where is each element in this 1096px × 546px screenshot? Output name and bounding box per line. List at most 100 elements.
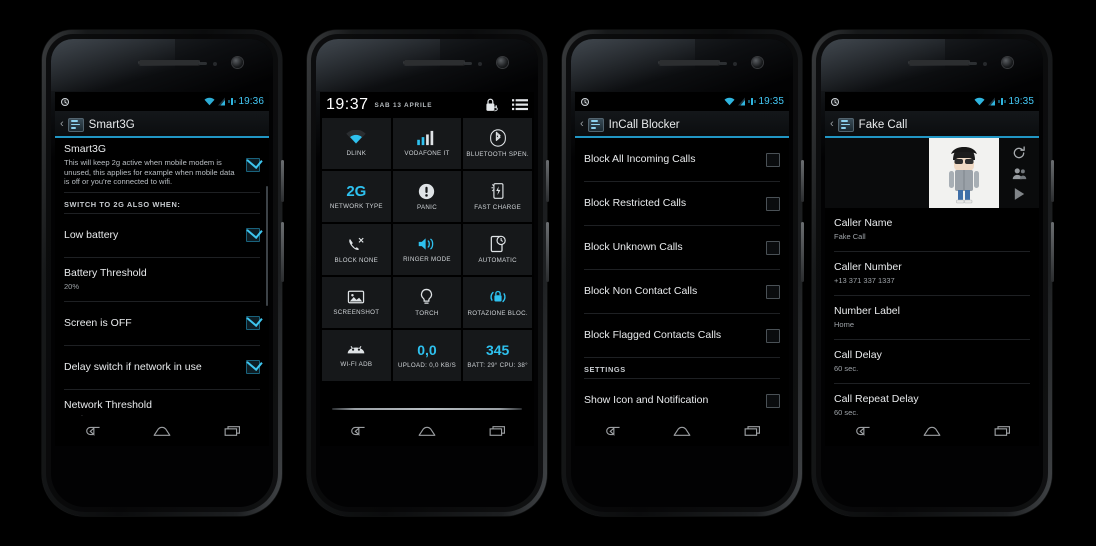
start-call-icon[interactable] <box>1013 187 1026 201</box>
signal-icon <box>988 97 996 106</box>
tile-panic[interactable]: PANIC <box>392 171 462 222</box>
row-checkbox[interactable] <box>766 328 780 343</box>
list-item[interactable]: Call Repeat Delay 60 sec. <box>834 384 1030 416</box>
home-nav-icon[interactable] <box>152 424 172 438</box>
tile-dlink[interactable]: DLINK <box>322 118 391 169</box>
list-item[interactable]: Low battery <box>64 214 260 258</box>
recents-nav-icon[interactable] <box>993 424 1013 438</box>
volume-button[interactable] <box>1051 160 1054 202</box>
up-back-icon[interactable]: ‹ <box>580 119 584 130</box>
section-header: SWITCH TO 2G ALSO WHEN: <box>64 193 260 214</box>
list-item[interactable]: Block Restricted Calls <box>584 182 780 226</box>
volume-button[interactable] <box>801 160 804 202</box>
tile-battery-cpu-temp[interactable]: 345 BATT: 29° CPU: 38° <box>463 330 532 381</box>
row-title: Low battery <box>64 228 119 241</box>
row-checkbox[interactable] <box>766 393 780 408</box>
row-title: Caller Name <box>834 217 893 229</box>
row-title: Network Threshold <box>64 398 152 411</box>
vibrate-icon <box>998 98 1006 105</box>
back-nav-icon[interactable] <box>851 424 871 438</box>
recents-nav-icon[interactable] <box>223 424 243 438</box>
glass-reflection-2 <box>821 39 946 91</box>
tile-vodafone[interactable]: VODAFONE IT <box>392 118 462 169</box>
row-checkbox[interactable] <box>766 196 780 211</box>
row-title: Call Delay <box>834 349 882 361</box>
settings-list-fake-call[interactable]: Caller Name Fake Call Caller Number +13 37… <box>825 208 1039 416</box>
list-item[interactable]: Battery Threshold 20% <box>64 258 260 302</box>
row-title: Call Repeat Delay <box>834 393 919 405</box>
back-nav-icon[interactable] <box>81 424 101 438</box>
list-item[interactable]: Block Non Contact Calls <box>584 270 780 314</box>
list-item[interactable]: Smart3G This will keep 2g active when mo… <box>64 138 260 193</box>
row-title: Block Restricted Calls <box>584 197 687 209</box>
back-nav-icon[interactable] <box>346 424 366 438</box>
quick-settings-list-icon[interactable] <box>512 98 528 112</box>
power-button[interactable] <box>801 222 804 282</box>
row-title: Caller Number <box>834 261 902 273</box>
status-system-icons: 19:35 <box>724 96 784 107</box>
tile-label: WI-FI ADB <box>340 361 373 368</box>
row-checkbox[interactable] <box>246 157 260 172</box>
list-item[interactable]: Delay switch if network in use <box>64 346 260 390</box>
settings-list-smart3g[interactable]: Smart3G This will keep 2g active when mo… <box>55 138 269 446</box>
row-title: Block Unknown Calls <box>584 241 683 253</box>
power-button[interactable] <box>281 222 284 282</box>
row-value: 20% <box>64 281 80 291</box>
list-item[interactable]: Block Flagged Contacts Calls <box>584 314 780 358</box>
row-checkbox[interactable] <box>766 284 780 299</box>
up-back-icon[interactable]: ‹ <box>830 119 834 130</box>
back-nav-icon[interactable] <box>601 424 621 438</box>
tile-label: TORCH <box>415 310 439 317</box>
list-scrollbar[interactable] <box>266 186 268 306</box>
list-item[interactable]: Caller Name Fake Call <box>834 208 1030 252</box>
power-button[interactable] <box>1051 222 1054 282</box>
status-clock: 19:36 <box>238 96 264 107</box>
tile-network-type[interactable]: 2G NETWORK TYPE <box>322 171 391 222</box>
tile-upload-speed[interactable]: 0,0 UPLOAD: 0,0 KB/S <box>392 330 462 381</box>
home-nav-icon[interactable] <box>417 424 437 438</box>
row-checkbox[interactable] <box>246 316 260 331</box>
tile-rotation-lock[interactable]: ROTAZIONE BLOC. <box>463 277 532 328</box>
tile-screenshot[interactable]: SCREENSHOT <box>322 277 391 328</box>
row-checkbox[interactable] <box>246 360 260 375</box>
refresh-avatar-icon[interactable] <box>1012 145 1026 160</box>
tile-torch[interactable]: TORCH <box>392 277 462 328</box>
avatar-action-buttons <box>999 138 1039 208</box>
home-nav-icon[interactable] <box>922 424 942 438</box>
row-title: Delay switch if network in use <box>64 360 202 373</box>
row-checkbox[interactable] <box>766 240 780 255</box>
tile-ringer-mode[interactable]: RINGER MODE <box>392 224 462 275</box>
recents-nav-icon[interactable] <box>488 424 508 438</box>
list-item[interactable]: Screen is OFF <box>64 302 260 346</box>
volume-button[interactable] <box>546 160 549 202</box>
power-button[interactable] <box>546 222 549 282</box>
tile-wifi-adb[interactable]: WI-FI ADB <box>322 330 391 381</box>
row-checkbox[interactable] <box>246 228 260 243</box>
list-item[interactable]: Number Label Home <box>834 296 1030 340</box>
androidify-avatar[interactable] <box>929 138 999 208</box>
list-item[interactable]: Block All Incoming Calls <box>584 138 780 182</box>
row-title: Block Non Contact Calls <box>584 285 698 297</box>
tile-label: DLINK <box>346 150 367 157</box>
pick-contact-icon[interactable] <box>1012 167 1027 180</box>
list-item[interactable]: Block Unknown Calls <box>584 226 780 270</box>
tile-automatic-brightness[interactable]: AUTOMATIC <box>463 224 532 275</box>
front-camera-icon <box>497 57 508 68</box>
tile-bluetooth[interactable]: BLUETOOTH SPEN. <box>463 118 532 169</box>
tile-fast-charge[interactable]: FAST CHARGE <box>463 171 532 222</box>
light-sensor-icon <box>733 61 737 66</box>
up-back-icon[interactable]: ‹ <box>60 119 64 130</box>
section-header: SETTINGS <box>584 358 780 379</box>
list-item[interactable]: Call Delay 60 sec. <box>834 340 1030 384</box>
volume-button[interactable] <box>281 160 284 202</box>
shade-drag-handle[interactable] <box>332 408 522 410</box>
settings-list-incall-blocker[interactable]: Block All Incoming Calls Block Restricte… <box>575 138 789 446</box>
rotation-lock-icon[interactable] <box>484 97 499 113</box>
navigation-bar <box>825 416 1039 446</box>
row-checkbox[interactable] <box>766 152 780 167</box>
recents-nav-icon[interactable] <box>743 424 763 438</box>
list-item[interactable]: Caller Number +13 371 337 1337 <box>834 252 1030 296</box>
row-value: 60 sec. <box>834 364 859 373</box>
tile-block-none[interactable]: BLOCK NONE <box>322 224 391 275</box>
home-nav-icon[interactable] <box>672 424 692 438</box>
